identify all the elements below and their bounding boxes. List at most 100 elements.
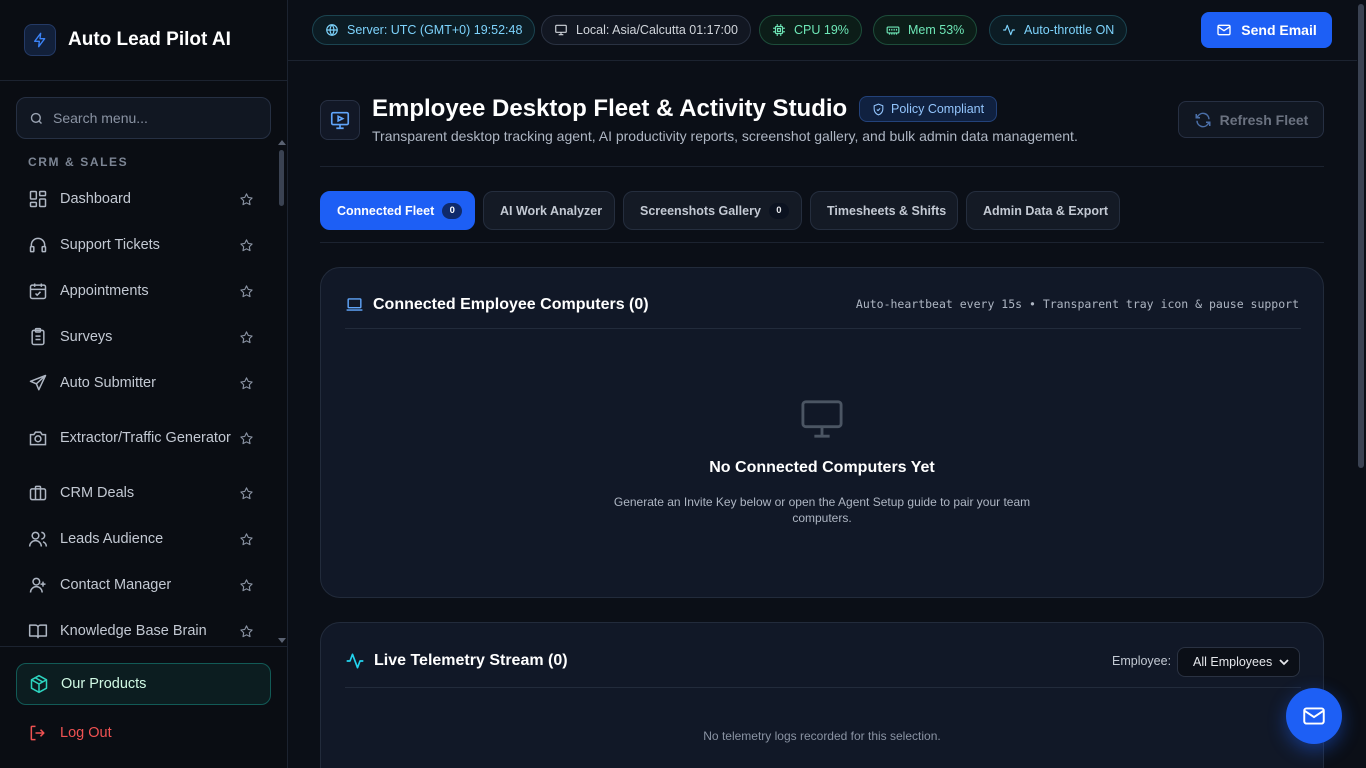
tab-label: Admin Data & Export (983, 203, 1109, 218)
refresh-fleet-button[interactable]: Refresh Fleet (1178, 101, 1324, 138)
lightning-logo-icon (24, 24, 56, 56)
star-icon[interactable] (239, 431, 254, 446)
sidebar-item-crm-deals[interactable]: CRM Deals (16, 470, 272, 516)
sidebar-footer: Our Products Log Out (0, 646, 287, 768)
sidebar-item-label: Extractor/Traffic Generator (60, 430, 231, 446)
page-subtitle: Transparent desktop tracking agent, AI p… (372, 128, 1078, 144)
no-telemetry-message: No telemetry logs recorded for this sele… (703, 729, 941, 743)
server-time-pill: Server: UTC (GMT+0) 19:52:48 (312, 15, 536, 45)
page-title: Employee Desktop Fleet & Activity Studio (372, 95, 848, 122)
sidebar-scroll-down-arrow-icon[interactable] (278, 638, 286, 643)
send-email-button[interactable]: Send Email (1201, 12, 1332, 48)
tab-label: Connected Fleet (337, 203, 435, 218)
auto-throttle-text: Auto-throttle ON (1024, 23, 1115, 37)
dashboard-grid-icon (28, 189, 48, 209)
floating-mail-button[interactable] (1286, 688, 1342, 744)
star-icon[interactable] (239, 284, 254, 299)
shield-check-icon (872, 103, 891, 116)
auto-throttle-pill: Auto-throttle ON (989, 15, 1128, 45)
star-icon[interactable] (239, 486, 254, 501)
globe-icon (325, 23, 339, 37)
card-divider (345, 328, 1301, 329)
employee-filter-label: Employee: (1112, 654, 1172, 668)
laptop-icon (345, 295, 373, 314)
users-icon (28, 529, 48, 549)
star-icon[interactable] (239, 192, 254, 207)
empty-state-title: No Connected Computers Yet (709, 459, 935, 476)
page-scrollbar[interactable] (1358, 4, 1364, 468)
cpu-usage-text: CPU 19% (794, 23, 849, 37)
monitor-icon (554, 23, 568, 37)
calendar-icon (28, 281, 48, 301)
live-telemetry-title: Live Telemetry Stream (0) (374, 652, 568, 669)
log-out-button[interactable]: Log Out (16, 717, 271, 749)
sidebar-item-extractor-traffic-generator[interactable]: Extractor/Traffic Generator (16, 406, 272, 470)
sidebar-item-label: Dashboard (60, 191, 131, 207)
log-out-label: Log Out (60, 725, 112, 741)
top-status-bar: Server: UTC (GMT+0) 19:52:48 Local: Asia… (288, 0, 1366, 61)
star-icon[interactable] (239, 624, 254, 639)
sidebar-scrollbar[interactable] (279, 150, 284, 206)
live-telemetry-card: Live Telemetry Stream (0) Employee: All … (320, 622, 1324, 768)
our-products-label: Our Products (61, 676, 147, 692)
tab-label: Timesheets & Shifts (827, 203, 947, 218)
sidebar-item-appointments[interactable]: Appointments (16, 268, 272, 314)
tab-count-badge: 0 (768, 202, 789, 219)
sidebar-scroll-up-arrow-icon[interactable] (278, 140, 286, 145)
cpu-usage-pill: CPU 19% (759, 15, 862, 45)
tab-connected-fleet[interactable]: Connected Fleet 0 (320, 191, 475, 230)
memory-usage-text: Mem 53% (908, 23, 965, 37)
empty-state-description: Generate an Invite Key below or open the… (613, 495, 1031, 525)
sidebar-item-auto-submitter[interactable]: Auto Submitter (16, 360, 272, 406)
connected-computers-card: Connected Employee Computers (0) Auto-he… (320, 267, 1324, 598)
logout-icon (28, 723, 48, 743)
tab-admin-data-export[interactable]: Admin Data & Export (966, 191, 1120, 230)
employee-select[interactable]: All Employees (1177, 647, 1300, 677)
policy-badge-label: Policy Compliant (891, 102, 985, 116)
search-icon (29, 111, 44, 126)
sidebar-item-surveys[interactable]: Surveys (16, 314, 272, 360)
activity-pulse-icon (1002, 23, 1016, 37)
tab-ai-work-analyzer[interactable]: AI Work Analyzer (483, 191, 615, 230)
star-icon[interactable] (239, 578, 254, 593)
card-title: Live Telemetry Stream (0) (345, 651, 568, 671)
tab-label: AI Work Analyzer (500, 203, 603, 218)
tab-timesheets-shifts[interactable]: Timesheets & Shifts (810, 191, 958, 230)
chevron-down-icon (1279, 659, 1289, 666)
app-name: Auto Lead Pilot AI (68, 29, 231, 50)
star-icon[interactable] (239, 238, 254, 253)
mail-icon (1301, 703, 1327, 729)
activity-pulse-icon (345, 651, 374, 671)
clipboard-icon (28, 327, 48, 347)
tab-label: Screenshots Gallery (640, 203, 761, 218)
sidebar-item-leads-audience[interactable]: Leads Audience (16, 516, 272, 562)
sidebar-nav: Dashboard Support Tickets Appointments S… (16, 176, 272, 654)
our-products-button[interactable]: Our Products (16, 663, 271, 705)
refresh-fleet-label: Refresh Fleet (1219, 111, 1309, 128)
card-title: Connected Employee Computers (0) (345, 295, 649, 314)
tab-screenshots-gallery[interactable]: Screenshots Gallery 0 (623, 191, 802, 230)
send-email-label: Send Email (1241, 22, 1317, 38)
brand: Auto Lead Pilot AI (0, 0, 287, 81)
briefcase-icon (28, 483, 48, 503)
menu-search-input[interactable] (53, 110, 253, 126)
sidebar-item-contact-manager[interactable]: Contact Manager (16, 562, 272, 608)
user-group-icon (28, 575, 48, 595)
tabs-divider (320, 242, 1324, 243)
desktop-play-icon (320, 100, 360, 140)
star-icon[interactable] (239, 330, 254, 345)
star-icon[interactable] (239, 532, 254, 547)
sidebar-item-label: Appointments (60, 283, 149, 299)
memory-stick-icon (886, 23, 900, 37)
employee-select-value: All Employees (1193, 655, 1273, 669)
sidebar-item-support-tickets[interactable]: Support Tickets (16, 222, 272, 268)
sidebar-item-label: Leads Audience (60, 531, 164, 547)
sidebar-item-label: Auto Submitter (60, 375, 156, 391)
header-divider (320, 166, 1324, 167)
sidebar-item-label: Support Tickets (60, 237, 160, 253)
server-time-text: Server: UTC (GMT+0) 19:52:48 (347, 23, 523, 37)
box-icon (29, 674, 49, 694)
star-icon[interactable] (239, 376, 254, 391)
sidebar-item-dashboard[interactable]: Dashboard (16, 176, 272, 222)
menu-search[interactable] (16, 97, 271, 139)
